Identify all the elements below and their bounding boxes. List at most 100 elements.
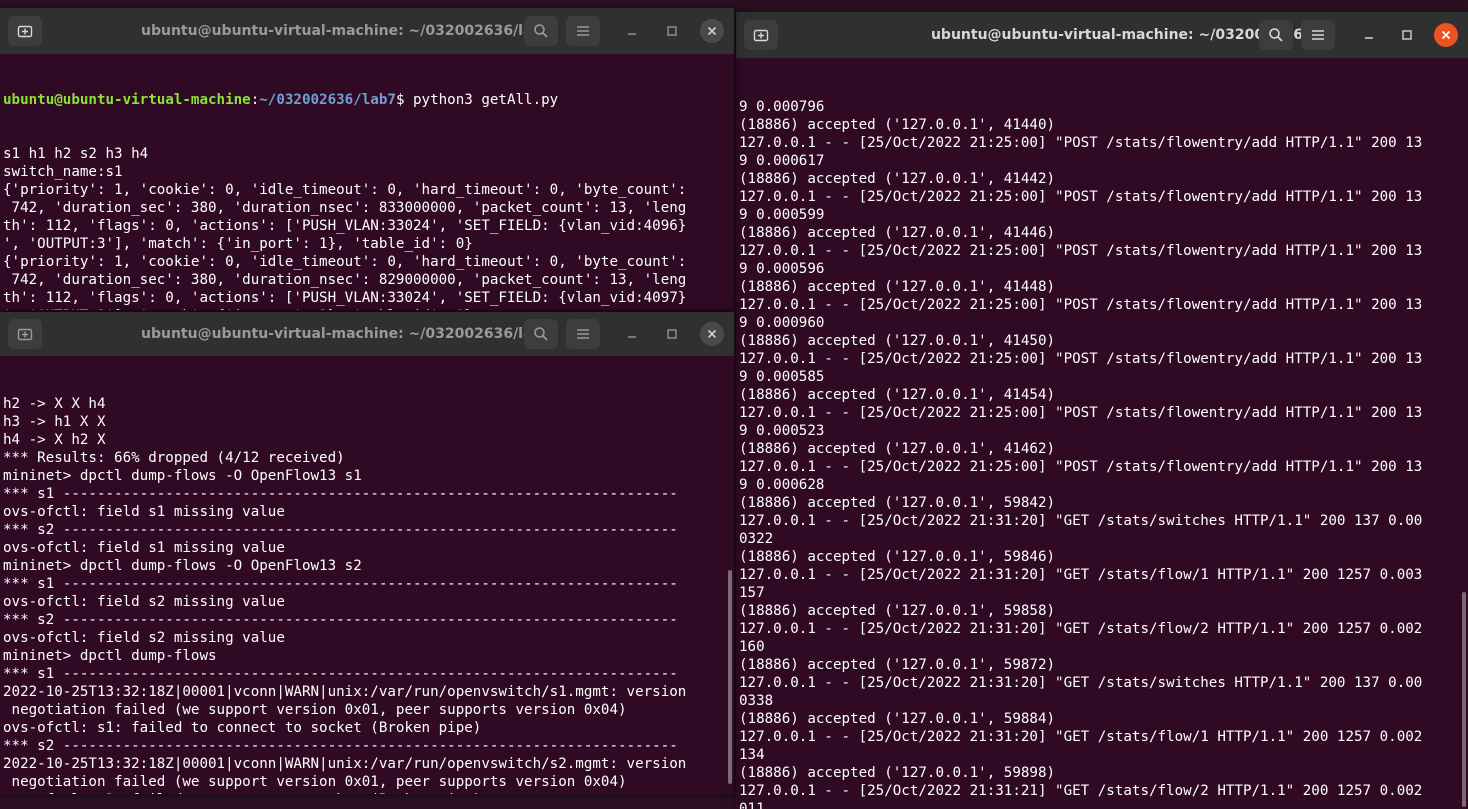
terminal-window-left-bottom: ubuntu@ubuntu-virtual-machine: ~/0320026… xyxy=(0,312,734,794)
terminal-output[interactable]: 9 0.000796 (18886) accepted ('127.0.0.1',… xyxy=(736,62,1468,809)
terminal-line: 157 xyxy=(739,585,765,601)
terminal-line: *** s1 ---------------------------------… xyxy=(3,666,678,682)
minimize-icon xyxy=(628,33,636,35)
terminal-line: 742, 'duration_sec': 380, 'duration_nsec… xyxy=(3,272,687,288)
search-button[interactable] xyxy=(524,16,558,46)
terminal-line: 0322 xyxy=(739,531,774,547)
terminal-line: 127.0.0.1 - - [25/Oct/2022 21:25:00] "PO… xyxy=(739,135,1423,151)
maximize-icon xyxy=(667,329,677,339)
terminal-line: (18886) accepted ('127.0.0.1', 41440) xyxy=(739,117,1056,133)
menu-button[interactable] xyxy=(566,16,600,46)
terminal-line: negotiation failed (we support version 0… xyxy=(3,774,627,790)
terminal-line: 127.0.0.1 - - [25/Oct/2022 21:31:21] "GE… xyxy=(739,783,1423,799)
terminal-line: 9 0.000599 xyxy=(739,207,825,223)
terminal-line: 127.0.0.1 - - [25/Oct/2022 21:31:20] "GE… xyxy=(739,729,1423,745)
prompt-path: ~/032002636/lab7 xyxy=(259,92,396,108)
terminal-line: 127.0.0.1 - - [25/Oct/2022 21:31:20] "GE… xyxy=(739,675,1423,691)
scrollbar[interactable] xyxy=(728,570,732,784)
new-tab-button[interactable] xyxy=(8,319,42,349)
titlebar: ubuntu@ubuntu-virtual-machine: ~/0320026… xyxy=(736,12,1468,58)
close-button[interactable] xyxy=(700,322,724,346)
terminal-line: 2022-10-25T13:32:18Z|00001|vconn|WARN|un… xyxy=(3,684,687,700)
terminal-line: (18886) accepted ('127.0.0.1', 59846) xyxy=(739,549,1056,565)
terminal-line: ovs-ofctl: s2: failed to connect to sock… xyxy=(3,791,734,794)
terminal-line: ovs-ofctl: field s2 missing value xyxy=(3,630,285,646)
hamburger-menu-icon xyxy=(577,329,589,339)
minimize-button[interactable] xyxy=(620,322,644,346)
maximize-icon xyxy=(1402,30,1412,40)
prompt-command: $ python3 getAll.py xyxy=(395,92,559,108)
terminal-line: *** Results: 66% dropped (4/12 received) xyxy=(3,450,345,466)
terminal-line: *** s1 ---------------------------------… xyxy=(3,576,678,592)
terminal-line: 127.0.0.1 - - [25/Oct/2022 21:25:00] "PO… xyxy=(739,243,1423,259)
hamburger-menu-icon xyxy=(577,26,589,36)
terminal-line: 9 0.000960 xyxy=(739,315,825,331)
terminal-line: ovs-ofctl: s1: failed to connect to sock… xyxy=(3,720,482,736)
terminal-line: 127.0.0.1 - - [25/Oct/2022 21:25:00] "PO… xyxy=(739,405,1423,421)
window-title: ubuntu@ubuntu-virtual-machine: ~/0320026… xyxy=(141,23,553,39)
minimize-button[interactable] xyxy=(1357,23,1381,47)
close-icon xyxy=(707,26,717,36)
terminal-line: *** s2 ---------------------------------… xyxy=(3,612,678,628)
terminal-line: *** s2 ---------------------------------… xyxy=(3,522,678,538)
menu-button[interactable] xyxy=(566,319,600,349)
terminal-line: (18886) accepted ('127.0.0.1', 41442) xyxy=(739,171,1056,187)
terminal-line: (18886) accepted ('127.0.0.1', 59872) xyxy=(739,657,1056,673)
titlebar: ubuntu@ubuntu-virtual-machine: ~/0320026… xyxy=(0,8,734,54)
search-icon xyxy=(1269,28,1283,42)
terminal-line: ovs-ofctl: field s1 missing value xyxy=(3,504,285,520)
terminal-line: (18886) accepted ('127.0.0.1', 59842) xyxy=(739,495,1056,511)
terminal-line: 742, 'duration_sec': 380, 'duration_nsec… xyxy=(3,200,687,216)
terminal-line: 9 0.000523 xyxy=(739,423,825,439)
terminal-line: *** s1 ---------------------------------… xyxy=(3,486,678,502)
new-tab-icon xyxy=(17,25,33,38)
terminal-line: h3 -> h1 X X xyxy=(3,414,106,430)
terminal-line: mininet> dpctl dump-flows -O OpenFlow13 … xyxy=(3,558,362,574)
terminal-line: {'priority': 1, 'cookie': 0, 'idle_timeo… xyxy=(3,182,687,198)
terminal-line: 2022-10-25T13:32:18Z|00001|vconn|WARN|un… xyxy=(3,756,687,772)
window-title: ubuntu@ubuntu-virtual-machine: ~/0320026… xyxy=(141,326,553,342)
minimize-icon xyxy=(628,336,636,338)
scrollbar[interactable] xyxy=(1462,592,1466,807)
titlebar: ubuntu@ubuntu-virtual-machine: ~/0320026… xyxy=(0,312,734,356)
close-icon xyxy=(707,329,717,339)
close-button[interactable] xyxy=(700,19,724,43)
terminal-line: (18886) accepted ('127.0.0.1', 41450) xyxy=(739,333,1056,349)
menu-button[interactable] xyxy=(1301,20,1335,50)
terminal-line: (18886) accepted ('127.0.0.1', 59884) xyxy=(739,711,1056,727)
terminal-line: mininet> dpctl dump-flows xyxy=(3,648,217,664)
maximize-button[interactable] xyxy=(660,19,684,43)
terminal-line: ', 'OUTPUT:3'], 'match': {'in_port': 1},… xyxy=(3,236,473,252)
terminal-line: 0338 xyxy=(739,693,774,709)
search-icon xyxy=(534,24,548,38)
terminal-line: 011 xyxy=(739,801,765,809)
terminal-line: 9 0.000585 xyxy=(739,369,825,385)
terminal-line: (18886) accepted ('127.0.0.1', 41462) xyxy=(739,441,1056,457)
terminal-output[interactable]: h2 -> X X h4 h3 -> h1 X X h4 -> X h2 X *** … xyxy=(0,359,734,794)
search-button[interactable] xyxy=(524,319,558,349)
terminal-line: (18886) accepted ('127.0.0.1', 41454) xyxy=(739,387,1056,403)
terminal-line: 127.0.0.1 - - [25/Oct/2022 21:25:00] "PO… xyxy=(739,297,1423,313)
terminal-line: s1 h1 h2 s2 h3 h4 xyxy=(3,146,149,162)
terminal-line: {'priority': 1, 'cookie': 0, 'idle_timeo… xyxy=(3,254,687,270)
minimize-button[interactable] xyxy=(620,19,644,43)
terminal-line: *** s2 ---------------------------------… xyxy=(3,738,678,754)
terminal-line: 9 0.000796 xyxy=(739,99,825,115)
terminal-line: h2 -> X X h4 xyxy=(3,396,106,412)
terminal-output[interactable]: ubuntu@ubuntu-virtual-machine:~/03200263… xyxy=(0,55,734,310)
close-icon xyxy=(1441,30,1451,40)
terminal-line: 127.0.0.1 - - [25/Oct/2022 21:25:00] "PO… xyxy=(739,189,1423,205)
maximize-button[interactable] xyxy=(660,322,684,346)
maximize-button[interactable] xyxy=(1395,23,1419,47)
terminal-line: 127.0.0.1 - - [25/Oct/2022 21:31:20] "GE… xyxy=(739,567,1423,583)
terminal-line: th': 112, 'flags': 0, 'actions': ['PUSH_… xyxy=(3,290,687,306)
terminal-line: ovs-ofctl: field s1 missing value xyxy=(3,540,285,556)
terminal-window-left-top: ubuntu@ubuntu-virtual-machine: ~/0320026… xyxy=(0,8,734,310)
terminal-line: mininet> dpctl dump-flows -O OpenFlow13 … xyxy=(3,468,362,484)
close-button[interactable] xyxy=(1434,23,1458,47)
search-button[interactable] xyxy=(1259,20,1293,50)
terminal-line: 127.0.0.1 - - [25/Oct/2022 21:25:00] "PO… xyxy=(739,351,1423,367)
terminal-line: (18886) accepted ('127.0.0.1', 41446) xyxy=(739,225,1056,241)
new-tab-button[interactable] xyxy=(8,16,42,46)
terminal-line: (18886) accepted ('127.0.0.1', 41448) xyxy=(739,279,1056,295)
